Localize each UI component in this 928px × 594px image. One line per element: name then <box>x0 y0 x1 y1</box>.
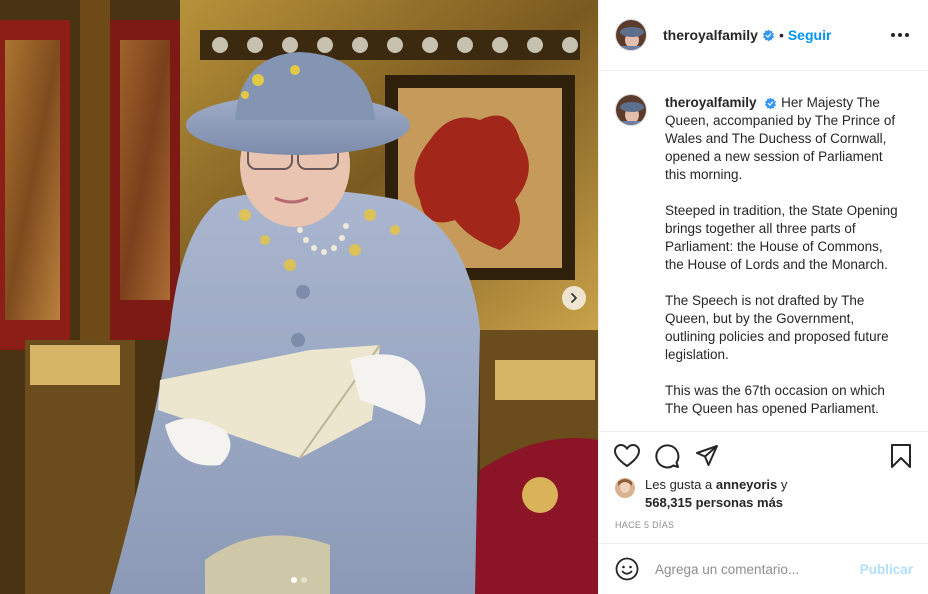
like-button[interactable] <box>607 436 647 476</box>
comment-input[interactable] <box>655 561 860 577</box>
likes-summary: Les gusta a anneyoris y 568,315 personas… <box>615 476 787 512</box>
caption-username[interactable]: theroyalfamily <box>665 95 757 110</box>
more-options-button[interactable] <box>888 23 912 47</box>
comment-icon <box>655 443 680 468</box>
likes-count[interactable]: 568,315 personas más <box>645 495 783 510</box>
header-username[interactable]: theroyalfamily <box>663 27 758 43</box>
caption-text: theroyalfamily Her Majesty The Queen, ac… <box>665 94 905 430</box>
likes-text: Les gusta a anneyoris y 568,315 personas… <box>645 476 787 512</box>
caption-paragraph: Steeped in tradition, the State Opening … <box>665 203 898 272</box>
comment-bar: Publicar <box>599 543 928 594</box>
avatar[interactable] <box>615 19 647 51</box>
post-header: theroyalfamily • Seguir <box>599 0 928 71</box>
verified-badge-icon <box>765 97 777 110</box>
avatar-image <box>615 478 635 498</box>
emoji-button[interactable] <box>613 555 641 583</box>
caption-row: theroyalfamily Her Majesty The Queen, ac… <box>615 94 913 430</box>
separator-dot: • <box>778 27 784 43</box>
bookmark-icon <box>891 443 911 468</box>
likes-connector: y <box>780 477 788 492</box>
post-side-panel: theroyalfamily • Seguir theroyalfamily H… <box>598 0 928 594</box>
post-photo[interactable] <box>0 0 598 594</box>
emoji-icon <box>615 557 639 581</box>
ellipsis-icon <box>891 33 909 37</box>
carousel-dot-active <box>291 577 297 583</box>
caption-avatar[interactable] <box>615 94 647 126</box>
caption-paragraph: theroyalfamily Her Majesty The Queen, ac… <box>665 94 905 184</box>
follow-button[interactable]: Seguir <box>788 27 832 43</box>
comment-button[interactable] <box>647 436 687 476</box>
verified-badge-icon <box>762 29 774 41</box>
carousel-dot <box>301 577 307 583</box>
save-button[interactable] <box>881 436 921 476</box>
caption-scroll-area[interactable]: theroyalfamily Her Majesty The Queen, ac… <box>599 72 928 430</box>
carousel-indicator <box>0 577 598 583</box>
post-image <box>0 0 598 594</box>
heart-icon <box>614 443 640 467</box>
chevron-right-icon <box>571 293 577 303</box>
next-slide-button[interactable] <box>562 286 586 310</box>
share-button[interactable] <box>687 436 727 476</box>
publish-button[interactable]: Publicar <box>860 562 913 577</box>
share-icon <box>696 444 718 466</box>
liker-avatar[interactable] <box>615 478 635 498</box>
liker-username[interactable]: anneyoris <box>716 477 777 492</box>
caption-paragraph: The Speech is not drafted by The Queen, … <box>665 293 889 362</box>
avatar-image <box>616 20 646 50</box>
likes-prefix: Les gusta a <box>645 477 713 492</box>
action-bar <box>599 431 928 479</box>
post-timestamp[interactable]: Hace 5 días <box>615 520 674 530</box>
avatar-image <box>616 95 646 125</box>
caption-paragraph: This was the 67th occasion on which The … <box>665 383 885 416</box>
